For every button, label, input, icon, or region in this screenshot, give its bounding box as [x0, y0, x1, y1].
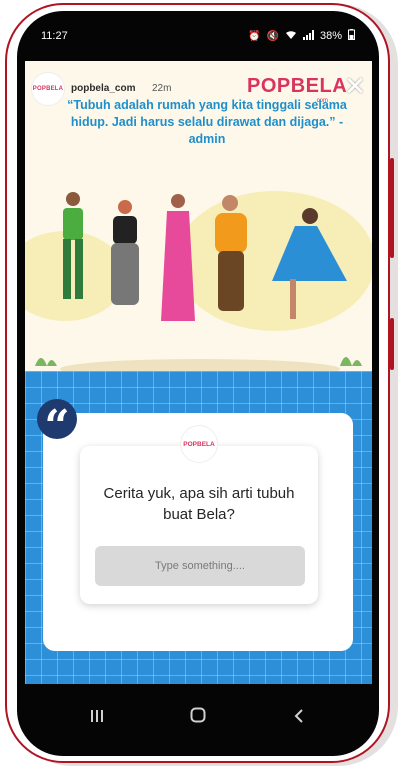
story-view[interactable]: POPBELA popbela_com 22m POPBELA .com ✕ “…: [25, 61, 372, 684]
brand-logo: POPBELA: [247, 75, 348, 97]
signal-icon: [302, 29, 314, 43]
volume-button: [390, 158, 394, 258]
phone-screen: 11:27 ⏰ 🔇 38% POPBELA popbela_com 22m PO…: [17, 11, 379, 756]
answer-input[interactable]: Type something....: [95, 546, 305, 586]
quote-mark-icon: “: [37, 399, 77, 452]
account-username[interactable]: popbela_com: [71, 83, 135, 94]
account-avatar[interactable]: POPBELA: [31, 72, 65, 106]
story-quote: “Tubuh adalah rumah yang kita tinggali s…: [67, 98, 347, 146]
status-time: 11:27: [41, 30, 68, 42]
back-icon[interactable]: [279, 706, 319, 729]
battery-icon: [348, 29, 355, 43]
alarm-icon: ⏰: [248, 30, 261, 42]
close-icon[interactable]: ✕: [343, 73, 367, 99]
power-button: [390, 318, 394, 370]
women-illustration: [25, 191, 372, 371]
story-time-ago: 22m: [152, 83, 172, 94]
sticker-avatar-label: POPBELA: [183, 440, 215, 448]
sticker-avatar: POPBELA: [180, 425, 218, 463]
navigation-bar: [17, 686, 379, 748]
avatar-label: POPBELA: [32, 86, 64, 92]
recent-apps-icon[interactable]: [77, 706, 117, 729]
home-icon[interactable]: [178, 706, 218, 729]
sticker-question: Cerita yuk, apa sih arti tubuh buat Bela…: [103, 485, 295, 523]
mute-icon: 🔇: [266, 30, 279, 42]
battery-percent: 38%: [319, 30, 342, 42]
status-bar: 11:27 ⏰ 🔇 38%: [17, 11, 379, 61]
status-icons: ⏰ 🔇 38%: [248, 29, 355, 43]
wifi-icon: [285, 30, 297, 43]
